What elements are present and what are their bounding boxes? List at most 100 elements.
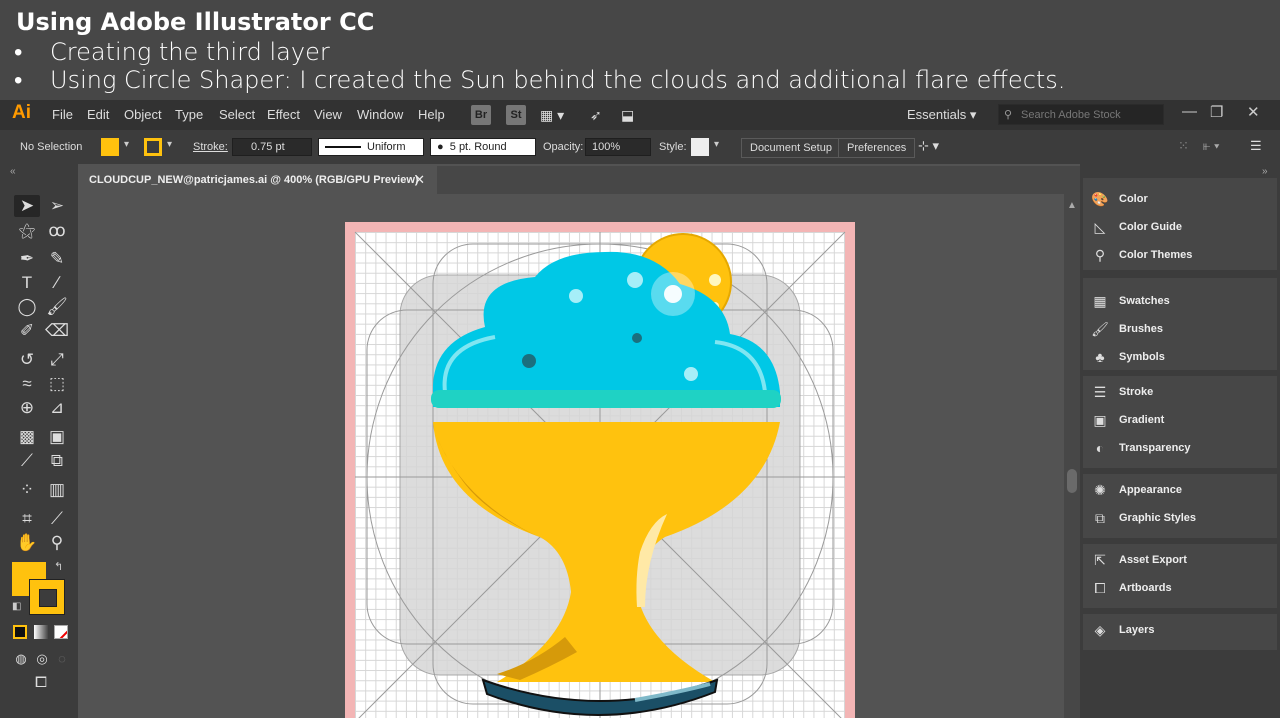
menu-file[interactable]: File — [52, 107, 73, 122]
artboard[interactable] — [345, 222, 855, 718]
symbol-sprayer-tool-icon[interactable]: ⁘ — [14, 479, 40, 501]
zoom-tool-icon[interactable]: ⚲ — [44, 532, 70, 554]
panel-color-themes[interactable]: ⚲ Color Themes — [1091, 241, 1271, 269]
chevron-down-icon[interactable]: ▾ — [124, 139, 129, 150]
panel-brushes[interactable]: 🖌 Brushes — [1091, 315, 1271, 343]
restore-button[interactable]: ❐ — [1210, 103, 1223, 121]
search-adobe-stock-input[interactable]: ⚲ Search Adobe Stock — [998, 104, 1164, 125]
bridge-button[interactable]: Br — [471, 105, 491, 125]
cloudcup-artwork — [354, 231, 846, 718]
menu-window[interactable]: Window — [357, 107, 403, 122]
stroke-swatch[interactable] — [144, 138, 162, 156]
swap-colors-icon[interactable]: ↰ — [54, 560, 63, 573]
close-tab-icon[interactable]: ✕ — [414, 166, 425, 194]
gradient-tool-icon[interactable]: ▣ — [44, 426, 70, 448]
color-themes-icon: ⚲ — [1094, 247, 1106, 264]
menu-select[interactable]: Select — [219, 107, 255, 122]
opacity-field[interactable]: 100% — [585, 138, 651, 156]
arrange-documents-icon[interactable]: ▦ ▾ — [540, 107, 564, 124]
eyedropper-tool-icon[interactable]: ⟋ — [14, 450, 40, 472]
panel-artboards[interactable]: ⧠ Artboards — [1091, 574, 1271, 602]
draw-inside-icon[interactable]: ◌ — [49, 648, 75, 670]
curvature-tool-icon[interactable]: ✎ — [44, 248, 70, 270]
chevron-down-icon[interactable]: ▾ — [714, 139, 719, 150]
menu-effect[interactable]: Effect — [267, 107, 300, 122]
stock-button[interactable]: St — [506, 105, 526, 125]
chevron-down-icon[interactable]: ▾ — [167, 139, 172, 150]
workspace-label: Essentials — [907, 107, 967, 122]
rotate-tool-icon[interactable]: ↺ — [14, 349, 40, 371]
slice-tool-icon[interactable]: ⟋ — [44, 508, 70, 530]
workspace-switcher[interactable]: Essentials ▾ — [907, 107, 976, 123]
color-mode-icon[interactable] — [13, 625, 27, 639]
column-graph-tool-icon[interactable]: ▥ — [44, 479, 70, 501]
menu-help[interactable]: Help — [418, 107, 445, 122]
scrollbar-thumb[interactable] — [1067, 469, 1077, 493]
brush-definition-dropdown[interactable]: ● 5 pt. Round — [430, 138, 536, 156]
collapse-icon[interactable]: « — [10, 166, 16, 177]
screen-mode-icon[interactable]: ⧠ — [28, 672, 54, 694]
transform-icon[interactable]: ⫦ ▾ — [1203, 138, 1219, 154]
stroke-label[interactable]: Stroke: — [193, 141, 228, 153]
panel-appearance[interactable]: ✺ Appearance — [1091, 476, 1271, 504]
menu-edit[interactable]: Edit — [87, 107, 109, 122]
hand-tool-icon[interactable]: ✋ — [14, 532, 40, 554]
touch-workspace-icon[interactable]: ⬓ — [621, 107, 634, 124]
graphic-style-swatch[interactable] — [691, 138, 709, 156]
direct-selection-tool-icon[interactable]: ➢ — [44, 195, 70, 217]
panel-color-guide[interactable]: ◺ Color Guide — [1091, 213, 1271, 241]
width-tool-icon[interactable]: ≈ — [14, 373, 40, 395]
free-transform-tool-icon[interactable]: ⬚ — [44, 373, 70, 395]
vertical-scrollbar[interactable]: ▲ — [1064, 194, 1080, 718]
scroll-up-icon[interactable]: ▲ — [1067, 200, 1077, 211]
panel-swatches[interactable]: ▦ Swatches — [1091, 287, 1271, 315]
none-mode-icon[interactable] — [54, 625, 68, 639]
artboard-tool-icon[interactable]: ⌗ — [14, 508, 40, 530]
panel-gradient[interactable]: ▣ Gradient — [1091, 406, 1271, 434]
close-window-button[interactable]: ✕ — [1247, 103, 1260, 121]
variable-width-profile-dropdown[interactable]: Uniform — [318, 138, 424, 156]
gpu-performance-icon[interactable]: ➶ — [590, 107, 602, 124]
mesh-tool-icon[interactable]: ▩ — [14, 426, 40, 448]
panel-stroke[interactable]: ☰ Stroke — [1091, 378, 1271, 406]
panel-layers[interactable]: ◈ Layers — [1091, 616, 1271, 644]
menu-view[interactable]: View — [314, 107, 342, 122]
panel-asset-export[interactable]: ⇱ Asset Export — [1091, 546, 1271, 574]
arrange-icon[interactable]: ⊹ ▾ — [918, 138, 939, 154]
document-setup-button[interactable]: Document Setup — [741, 138, 841, 158]
gradient-mode-icon[interactable] — [34, 625, 48, 639]
fill-swatch[interactable] — [101, 138, 119, 156]
panel-label: Color Guide — [1119, 221, 1182, 233]
panel-transparency[interactable]: ◐ Transparency — [1091, 434, 1271, 462]
menu-type[interactable]: Type — [175, 107, 203, 122]
magic-wand-tool-icon[interactable]: ⚝ — [14, 220, 40, 242]
canvas[interactable] — [78, 194, 1064, 718]
panel-color[interactable]: 🎨 Color — [1091, 185, 1271, 213]
type-tool-icon[interactable]: T — [14, 272, 40, 294]
eraser-tool-icon[interactable]: ⌫ — [44, 320, 70, 342]
document-tab[interactable]: CLOUDCUP_NEW@patricjames.ai @ 400% (RGB/… — [78, 166, 437, 194]
paintbrush-tool-icon[interactable]: 🖌 — [44, 296, 70, 318]
stroke-weight-field[interactable]: 0.75 pt — [232, 138, 312, 156]
panel-graphic-styles[interactable]: ⧉ Graphic Styles — [1091, 504, 1271, 532]
perspective-grid-tool-icon[interactable]: ⊿ — [44, 397, 70, 419]
menu-icon[interactable]: ☰ — [1250, 138, 1262, 154]
menu-object[interactable]: Object — [124, 107, 162, 122]
lasso-tool-icon[interactable]: ꝏ — [44, 220, 70, 242]
selection-tool-icon[interactable]: ➤ — [14, 195, 40, 217]
expand-panels-icon[interactable]: » — [1262, 166, 1268, 177]
stroke-color-box[interactable] — [29, 579, 65, 615]
minimize-button[interactable]: — — [1182, 103, 1197, 120]
default-colors-icon[interactable]: ◧ — [12, 601, 21, 612]
line-tool-icon[interactable]: ∕ — [44, 272, 70, 294]
scale-tool-icon[interactable]: ⤢ — [44, 349, 70, 371]
preferences-button[interactable]: Preferences — [838, 138, 916, 158]
blend-tool-icon[interactable]: ⧉ — [44, 450, 70, 472]
ellipse-tool-icon[interactable]: ◯ — [14, 296, 40, 318]
shape-builder-tool-icon[interactable]: ⊕ — [14, 397, 40, 419]
align-icon[interactable]: ⁙ — [1178, 138, 1189, 154]
panel-symbols[interactable]: ♣ Symbols — [1091, 343, 1271, 371]
stroke-color-inner — [39, 589, 57, 607]
pen-tool-icon[interactable]: ✒ — [14, 248, 40, 270]
shaper-tool-icon[interactable]: ✐ — [14, 320, 40, 342]
